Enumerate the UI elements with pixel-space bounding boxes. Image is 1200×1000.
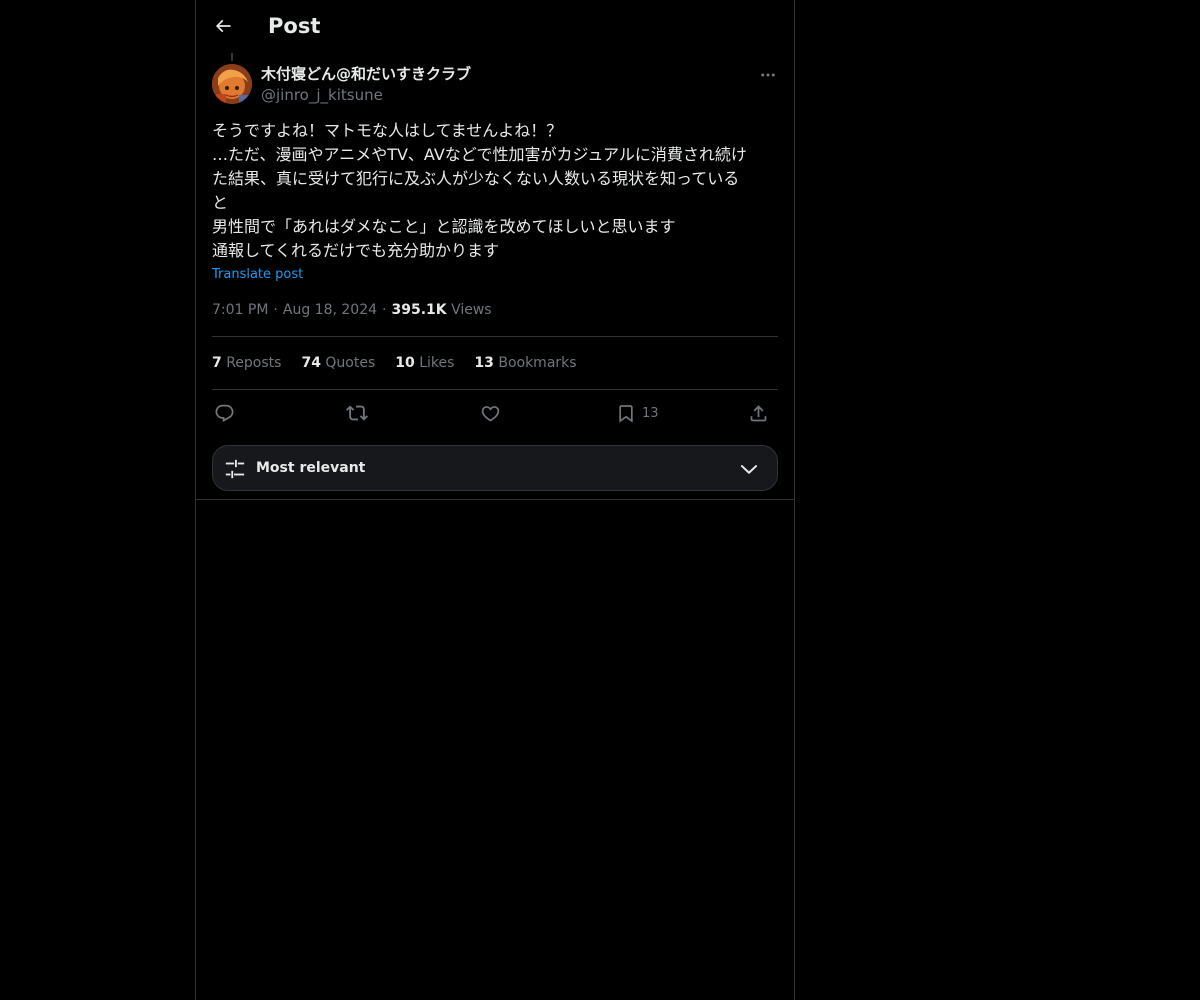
post-date[interactable]: Aug 18, 2024 [283,302,377,318]
action-bar: 13 [212,398,778,428]
author-display-name[interactable]: 木付寝どん@和だいすきクラブ [261,64,471,84]
quotes-label: Quotes [325,355,376,371]
post-text-line: と [212,193,229,212]
repost-icon [346,405,368,421]
bookmark-button[interactable]: 13 [616,398,659,428]
avatar[interactable] [212,64,252,104]
reposts-label: Reposts [226,355,282,371]
post-text-line: 通報してくれるだけでも充分助かります [212,241,500,260]
post-text-line: そうですよね！マトモな人はしてませんよね！？ [212,121,563,140]
divider [212,336,778,337]
page-title: Post [268,14,321,38]
post-text-line: た結果、真に受けて犯行に及ぶ人が少なくない人数いる現状を知っている [212,169,740,188]
thread-connector-line [231,53,233,61]
primary-column: Post 木付寝どん@和だいすきクラブ @jinro_j_kitsune そうで… [195,0,795,1000]
back-button[interactable] [208,11,238,41]
bookmark-count: 13 [642,405,659,421]
likes-count: 10 [395,355,415,371]
sort-label: Most relevant [256,460,366,476]
separator-dot: · [382,302,387,318]
author-handle[interactable]: @jinro_j_kitsune [261,85,383,105]
reposts-count: 7 [212,355,222,371]
likes-label: Likes [419,355,455,371]
bookmark-icon [619,404,633,423]
more-horizontal-icon [761,73,775,77]
reposts-stat[interactable]: 7 Reposts [212,353,281,373]
post-text-line: 男性間で「あれはダメなこと」と認識を改めてほしいと思います [212,217,676,236]
bookmarks-stat[interactable]: 13 Bookmarks [474,353,576,373]
chevron-down-icon [740,465,758,474]
section-divider [196,499,794,500]
reply-sort-dropdown[interactable]: Most relevant [212,445,778,491]
sliders-icon [225,459,245,479]
share-button[interactable] [748,398,769,428]
post-metadata: 7:01 PM · Aug 18, 2024 · 395.1K Views [212,300,492,320]
translate-post-link[interactable]: Translate post [212,266,303,284]
engagement-stats: 7 Reposts 74 Quotes 10 Likes 13 Bookmark… [212,353,597,373]
reply-icon [215,404,234,422]
post-time[interactable]: 7:01 PM [212,302,268,318]
bookmarks-count: 13 [474,355,494,371]
more-options-button[interactable] [754,64,782,86]
quotes-count: 74 [301,355,321,371]
repost-button[interactable] [346,398,368,428]
views-label: Views [451,302,492,318]
views-count: 395.1K [391,302,447,318]
share-icon [750,404,767,421]
separator-dot: · [273,302,278,318]
bookmarks-label: Bookmarks [498,355,577,371]
likes-stat[interactable]: 10 Likes [395,353,454,373]
arrow-left-icon [215,19,231,33]
post-text: そうですよね！マトモな人はしてませんよね！？ …ただ、漫画やアニメやTV、AVな… [212,119,778,263]
quotes-stat[interactable]: 74 Quotes [301,353,375,373]
avatar-image [212,64,252,104]
page-header: Post [196,0,794,53]
heart-icon [481,405,500,422]
divider [212,389,778,390]
post-text-line: …ただ、漫画やアニメやTV、AVなどで性加害がカジュアルに消費され続け [212,145,747,164]
like-button[interactable] [480,398,501,428]
reply-button[interactable] [214,398,235,428]
